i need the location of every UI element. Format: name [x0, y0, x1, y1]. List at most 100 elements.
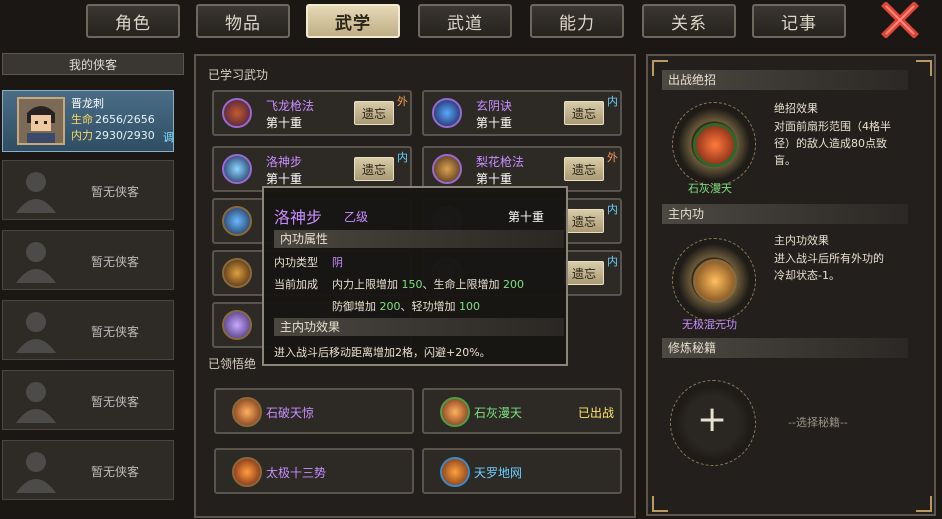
select-manual-label[interactable]: --选择秘籍--	[788, 414, 848, 431]
forget-button[interactable]: 遗忘	[564, 101, 604, 125]
golden-pillar-icon	[693, 259, 737, 303]
empty-slot-label: 暂无侠客	[91, 465, 140, 479]
tab-ability[interactable]: 能力	[530, 4, 624, 38]
empty-slot-label: 暂无侠客	[91, 325, 140, 339]
empty-slot-label: 暂无侠客	[91, 185, 140, 199]
dragon-spear-icon	[222, 98, 252, 128]
corner-ornament	[916, 60, 932, 76]
lightning-step-icon	[222, 154, 252, 184]
blade-icon	[222, 206, 252, 236]
deployed-status: 已出战	[578, 406, 615, 420]
skill-level: 第十重	[266, 116, 303, 130]
forget-button[interactable]: 遗忘	[564, 157, 604, 181]
ultimates-title: 已领悟绝	[208, 357, 257, 371]
main-inner-name: 无极混元功	[682, 318, 737, 331]
skill-name: 玄阴诀	[476, 99, 513, 113]
golden-pillar-icon	[222, 258, 252, 288]
empty-slot-label: 暂无侠客	[91, 255, 140, 269]
pear-spear-icon	[432, 154, 462, 184]
forget-button[interactable]: 遗忘	[354, 101, 394, 125]
tooltip-effect: 进入战斗后移动距离增加2格，闪避+20%。	[274, 346, 491, 359]
lime-sky-icon	[440, 397, 470, 427]
skill-card[interactable]: 玄阴诀 第十重 遗忘 内	[422, 90, 622, 136]
forget-button[interactable]: 遗忘	[564, 209, 604, 233]
ultimate-card[interactable]: 石灰漫天 已出战	[422, 388, 622, 434]
lime-sky-icon	[693, 123, 737, 167]
tooltip-level: 第十重	[508, 210, 545, 224]
tab-wudao[interactable]: 武道	[418, 4, 512, 38]
empty-hero-slot[interactable]: 暂无侠客	[2, 440, 174, 500]
silhouette-icon	[16, 172, 56, 213]
skill-type-tag: 内	[607, 203, 618, 216]
forget-button[interactable]: 遗忘	[354, 157, 394, 181]
plus-icon: +	[697, 399, 728, 440]
silhouette-icon	[16, 242, 56, 283]
silhouette-icon	[16, 452, 56, 493]
empty-slot-label: 暂无侠客	[91, 395, 140, 409]
stone-break-icon	[232, 397, 262, 427]
ultimate-effect-line: 径）的敌人造成80点致	[774, 137, 887, 150]
skill-type-tag: 外	[607, 151, 618, 164]
ultimate-name: 太极十三势	[266, 466, 327, 480]
corner-ornament	[652, 496, 668, 512]
hero-name: 晋龙刺	[71, 97, 104, 110]
hero-hp: 生命 2656/2656	[71, 113, 155, 126]
tooltip-bonus-row-1: 当前加成 内力上限增加 150、生命上限增加 200	[274, 278, 524, 291]
tab-items[interactable]: 物品	[196, 4, 290, 38]
my-heroes-title: 我的侠客	[68, 57, 117, 72]
hero-action-link[interactable]: 调	[163, 129, 174, 145]
skill-name: 梨花枪法	[476, 155, 525, 169]
silhouette-icon	[16, 312, 56, 353]
tab-journal[interactable]: 记事	[752, 4, 846, 38]
empty-hero-slot[interactable]: 暂无侠客	[2, 300, 174, 360]
ultimate-name: 石破天惊	[266, 406, 315, 420]
tooltip-grade: 乙级	[344, 210, 369, 224]
forget-button[interactable]: 遗忘	[564, 261, 604, 285]
skill-level: 第十重	[266, 172, 303, 186]
skill-type-tag: 内	[397, 151, 408, 164]
skill-level: 第十重	[476, 172, 513, 186]
hero-card[interactable]: 晋龙刺 生命 2656/2656 内力 2930/2930 调	[2, 90, 174, 152]
ultimate-card[interactable]: 石破天惊	[214, 388, 414, 434]
tab-relations[interactable]: 关系	[642, 4, 736, 38]
main-effect-line: 进入战斗后所有外功的	[774, 252, 884, 265]
ultimate-name: 石灰漫天	[474, 406, 523, 420]
main-inner-medal[interactable]	[672, 238, 756, 322]
dark-yin-icon	[432, 98, 462, 128]
skill-card[interactable]: 飞龙枪法 第十重 遗忘 外	[212, 90, 412, 136]
ultimate-effect-line: 对面前扇形范围（4格半	[774, 120, 891, 133]
tooltip-bonus-row-2: 防御增加 200、轻功增加 100	[332, 300, 480, 313]
empty-hero-slot[interactable]: 暂无侠客	[2, 230, 174, 290]
add-manual-slot[interactable]: +	[670, 380, 756, 466]
ultimate-medal[interactable]	[672, 102, 756, 186]
skill-name: 飞龙枪法	[266, 99, 315, 113]
skill-type-tag: 内	[607, 95, 618, 108]
tooltip-section-effect: 主内功效果	[274, 318, 564, 336]
my-heroes-header: 我的侠客	[2, 53, 184, 75]
learned-title: 已学习武功	[208, 68, 269, 82]
combat-ultimate-name: 石灰漫天	[688, 182, 732, 195]
cultivate-header: 修炼秘籍	[662, 338, 908, 358]
main-effect-title: 主内功效果	[774, 234, 829, 247]
ultimate-card[interactable]: 天罗地网	[422, 448, 622, 494]
main-effect-line: 冷却状态-1。	[774, 269, 840, 282]
close-icon[interactable]	[880, 1, 920, 39]
empty-hero-slot[interactable]: 暂无侠客	[2, 370, 174, 430]
skill-tooltip: 洛神步 乙级 第十重 内功属性 内功类型阴 当前加成 内力上限增加 150、生命上…	[262, 186, 568, 366]
ultimate-effect-title: 绝招效果	[774, 102, 818, 115]
ultimate-name: 天罗地网	[474, 466, 523, 480]
tooltip-section-attributes: 内功属性	[274, 230, 564, 248]
skill-type-tag: 外	[397, 95, 408, 108]
skill-type-tag: 内	[607, 255, 618, 268]
ultimate-effect-line: 盲。	[774, 154, 796, 167]
skill-level: 第十重	[476, 116, 513, 130]
tab-role[interactable]: 角色	[86, 4, 180, 38]
combat-ultimate-header: 出战绝招	[662, 70, 908, 90]
empty-hero-slot[interactable]: 暂无侠客	[2, 160, 174, 220]
purple-lotus-icon	[222, 310, 252, 340]
ultimate-card[interactable]: 太极十三势	[214, 448, 414, 494]
tab-martial[interactable]: 武学	[306, 4, 400, 38]
heaven-net-icon	[440, 457, 470, 487]
silhouette-icon	[16, 382, 56, 423]
hero-mp: 内力 2930/2930	[71, 129, 155, 142]
